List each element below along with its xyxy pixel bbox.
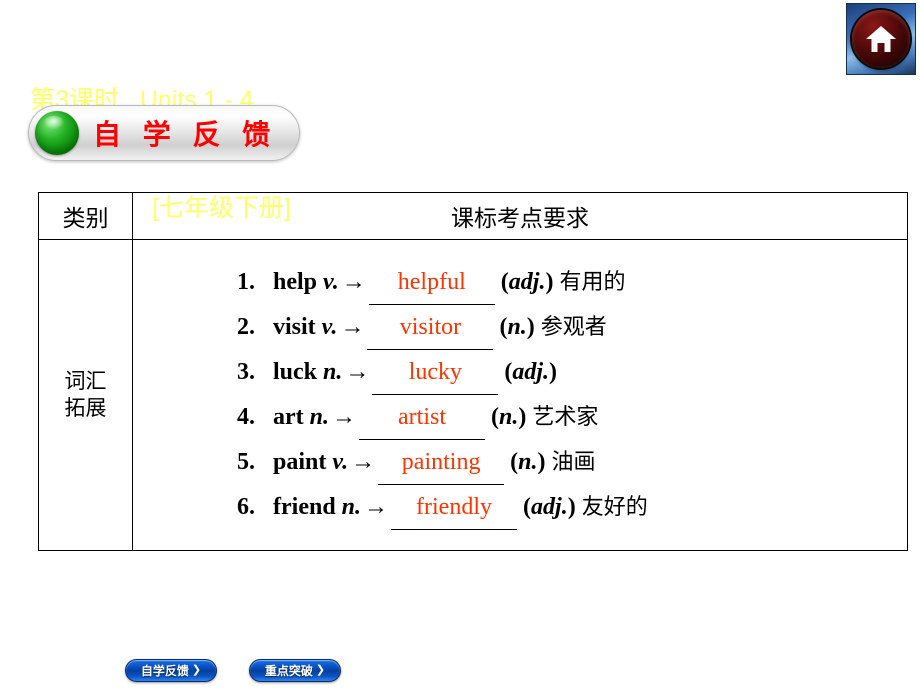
list-item: 6. friend n. → friendly (adj.) 友好的 xyxy=(237,485,907,530)
item-meaning: 友好的 xyxy=(581,495,648,520)
item-answer-blank[interactable]: artist xyxy=(359,395,486,440)
item-number: 4. xyxy=(237,404,255,430)
item-answer-paren-close: ) xyxy=(518,404,527,430)
item-answer-paren-open: ( xyxy=(510,449,519,475)
item-base-word: help xyxy=(273,269,318,295)
item-number: 5. xyxy=(237,449,255,475)
arrow-icon: → xyxy=(340,314,365,340)
nav-button-key-breakthrough[interactable]: 重点突破 ❯ xyxy=(249,659,341,682)
chevron-right-icon: ❯ xyxy=(191,664,202,676)
item-answer-paren-close: ) xyxy=(567,494,576,520)
item-part-of-speech: n. xyxy=(323,359,343,385)
item-answer-paren-close: ) xyxy=(537,449,546,475)
item-part-of-speech: v. xyxy=(321,314,338,340)
item-answer-part-of-speech: adj. xyxy=(508,269,546,295)
word-list: 1. help v. → helpful (adj.) 有用的 2. visit v. →… xyxy=(133,260,907,530)
item-part-of-speech: n. xyxy=(341,494,362,520)
green-bullet-icon xyxy=(35,111,79,155)
arrow-icon: → xyxy=(332,404,357,430)
item-answer-blank[interactable]: lucky xyxy=(372,350,499,395)
item-number: 6. xyxy=(237,494,255,520)
list-item: 4. art n. → artist (n.) 艺术家 xyxy=(237,395,907,440)
item-answer-paren-open: ( xyxy=(523,494,532,520)
item-answer-paren-open: ( xyxy=(500,269,509,295)
item-number: 2. xyxy=(237,314,255,340)
item-answer-paren-close: ) xyxy=(549,359,558,385)
list-item: 3. luck n. → lucky (adj.) xyxy=(237,350,907,395)
item-part-of-speech: v. xyxy=(323,269,339,295)
arrow-icon: → xyxy=(345,359,370,385)
chevron-right-icon: ❯ xyxy=(315,664,326,676)
section-banner: 自 学 反 馈 xyxy=(28,105,300,161)
arrow-icon: → xyxy=(341,269,366,295)
item-part-of-speech: v. xyxy=(332,449,349,475)
item-answer-part-of-speech: adj. xyxy=(531,494,568,520)
item-answer-blank[interactable]: painting xyxy=(378,440,505,485)
item-base-word: art xyxy=(273,404,304,430)
nav-button-self-study-feedback[interactable]: 自学反馈 ❯ xyxy=(125,659,217,682)
item-answer-part-of-speech: n. xyxy=(499,404,519,430)
item-number: 1. xyxy=(237,269,255,295)
item-answer-part-of-speech: n. xyxy=(518,449,538,475)
item-base-word: friend xyxy=(273,494,336,520)
arrow-icon: → xyxy=(351,449,376,475)
item-answer-part-of-speech: n. xyxy=(507,314,527,340)
item-meaning: 艺术家 xyxy=(532,405,599,430)
table-header-category: 类别 xyxy=(38,192,133,240)
item-answer-part-of-speech: adj. xyxy=(512,359,550,385)
item-meaning: 有用的 xyxy=(559,270,626,295)
list-item: 2. visit v. → visitor (n.) 参观者 xyxy=(237,305,907,350)
home-button-knob xyxy=(852,10,910,68)
item-part-of-speech: n. xyxy=(309,404,330,430)
item-answer-paren-close: ) xyxy=(526,314,535,340)
item-meaning: 油画 xyxy=(551,450,596,475)
table-header-row: 类别 课标考点要求 xyxy=(38,192,908,240)
nav-button-label: 自学反馈 xyxy=(140,664,189,678)
list-item: 1. help v. → helpful (adj.) 有用的 xyxy=(237,260,907,305)
table-row: 词汇 拓展 1. help v. → helpful (adj.) 有用的 2. vis… xyxy=(38,239,908,551)
table-cell-category: 词汇 拓展 xyxy=(38,239,133,551)
item-base-word: paint xyxy=(273,449,327,475)
home-icon xyxy=(865,24,897,54)
item-answer-blank[interactable]: helpful xyxy=(368,260,495,305)
item-answer-paren-close: ) xyxy=(545,269,554,295)
item-answer-blank[interactable]: visitor xyxy=(367,305,494,350)
table-header-requirement: 课标考点要求 xyxy=(132,192,908,240)
nav-button-label: 重点突破 xyxy=(264,664,313,678)
category-label-line2: 拓展 xyxy=(64,396,107,420)
section-banner-label: 自 学 反 馈 xyxy=(93,118,277,151)
footer-navigation: 自学反馈 ❯ 重点突破 ❯ xyxy=(125,659,341,682)
category-label-line1: 词汇 xyxy=(64,369,107,393)
table-cell-requirement: 1. help v. → helpful (adj.) 有用的 2. visit v. →… xyxy=(132,239,908,551)
item-base-word: luck xyxy=(273,359,318,385)
item-meaning: 参观者 xyxy=(540,315,607,340)
item-base-word: visit xyxy=(273,314,316,340)
list-item: 5. paint v. → painting (n.) 油画 xyxy=(237,440,907,485)
arrow-icon: → xyxy=(364,494,389,520)
item-answer-blank[interactable]: friendly xyxy=(391,485,518,530)
item-number: 3. xyxy=(237,359,255,385)
home-button[interactable] xyxy=(846,3,916,75)
item-answer-paren-open: ( xyxy=(491,404,500,430)
content-table: 类别 课标考点要求 词汇 拓展 1. help v. → helpful (adj.)… xyxy=(38,192,908,551)
